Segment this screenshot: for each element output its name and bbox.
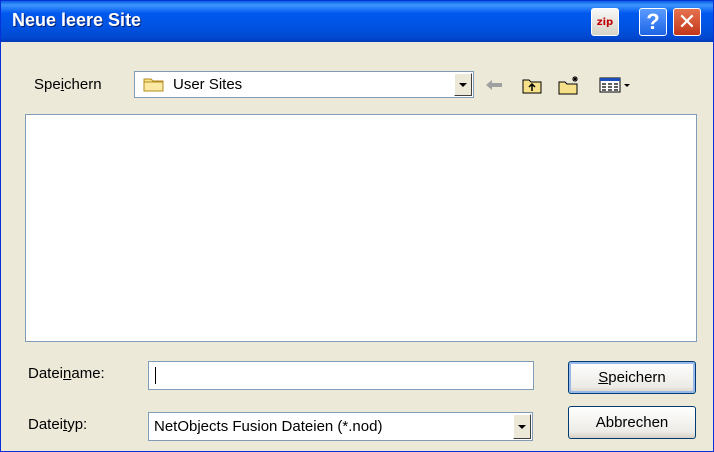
close-button[interactable]: ✕: [673, 8, 701, 36]
zip-icon: zip: [596, 16, 614, 28]
filename-field[interactable]: [148, 361, 534, 390]
file-list[interactable]: [25, 114, 697, 342]
save-dialog: Neue leere Site zip ? ✕ Speichern User S…: [0, 0, 714, 452]
close-icon: ✕: [677, 9, 697, 34]
filename-label: Dateiname:: [28, 365, 105, 382]
folder-icon: [143, 78, 164, 92]
chevron-down-icon[interactable]: [513, 414, 531, 439]
window-title: Neue leere Site: [12, 10, 142, 30]
cancel-button[interactable]: Abbrechen: [568, 406, 696, 439]
savein-value: User Sites: [173, 76, 243, 93]
save-button[interactable]: Speichern: [568, 361, 696, 394]
title-bar[interactable]: Neue leere Site zip ? ✕: [1, 1, 713, 42]
savein-dropdown[interactable]: User Sites: [134, 71, 474, 98]
view-menu-icon[interactable]: [597, 73, 637, 97]
up-folder-icon[interactable]: [520, 73, 544, 97]
chevron-down-icon[interactable]: [454, 73, 472, 96]
help-icon: ?: [646, 9, 660, 34]
back-arrow-icon[interactable]: [482, 73, 506, 97]
filetype-dropdown[interactable]: NetObjects Fusion Dateien (*.nod): [148, 412, 533, 441]
new-folder-icon[interactable]: [557, 73, 581, 97]
zip-button[interactable]: zip: [591, 8, 619, 36]
filetype-value: NetObjects Fusion Dateien (*.nod): [154, 418, 383, 435]
text-caret: [155, 367, 156, 384]
help-button[interactable]: ?: [639, 8, 667, 36]
filename-input[interactable]: [149, 362, 533, 389]
filetype-label: Dateityp:: [28, 416, 88, 433]
savein-label: Speichern: [34, 76, 102, 93]
